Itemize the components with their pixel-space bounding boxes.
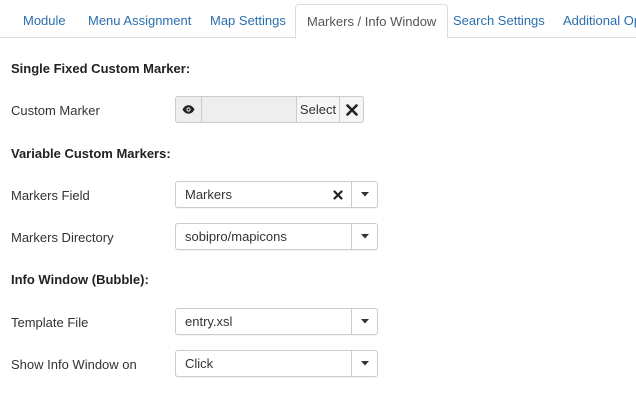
markers-directory-label: Markers Directory bbox=[11, 230, 114, 245]
template-file-select[interactable]: entry.xsl bbox=[175, 308, 378, 335]
tab-module[interactable]: Module bbox=[23, 4, 66, 38]
tab-search-settings[interactable]: Search Settings bbox=[453, 4, 545, 38]
tab-bar: Module Menu Assignment Map Settings Mark… bbox=[0, 0, 636, 39]
show-info-window-value: Click bbox=[185, 356, 214, 371]
tab-menu-assignment[interactable]: Menu Assignment bbox=[88, 4, 191, 38]
section-heading-single-marker: Single Fixed Custom Marker: bbox=[11, 61, 191, 76]
markers-field-label: Markers Field bbox=[11, 188, 90, 203]
custom-marker-select-button[interactable]: Select bbox=[297, 96, 340, 123]
close-icon[interactable] bbox=[340, 96, 364, 123]
custom-marker-media-field: Select bbox=[175, 96, 364, 123]
caret-down-icon[interactable] bbox=[351, 224, 377, 249]
show-info-window-label: Show Info Window on bbox=[11, 357, 137, 372]
template-file-value: entry.xsl bbox=[185, 314, 233, 329]
show-info-window-select[interactable]: Click bbox=[175, 350, 378, 377]
caret-down-icon[interactable] bbox=[351, 351, 377, 376]
tab-additional-options[interactable]: Additional Op bbox=[563, 4, 636, 38]
custom-marker-label: Custom Marker bbox=[11, 103, 100, 118]
template-file-label: Template File bbox=[11, 315, 89, 330]
markers-directory-value: sobipro/mapicons bbox=[185, 229, 287, 244]
custom-marker-input[interactable] bbox=[202, 96, 297, 123]
tab-markers-info-window[interactable]: Markers / Info Window bbox=[295, 4, 449, 39]
tab-map-settings[interactable]: Map Settings bbox=[210, 4, 286, 38]
clear-icon[interactable] bbox=[330, 182, 346, 207]
caret-down-icon[interactable] bbox=[351, 309, 377, 334]
section-heading-info-window: Info Window (Bubble): bbox=[11, 272, 149, 287]
markers-directory-select[interactable]: sobipro/mapicons bbox=[175, 223, 378, 250]
markers-field-select[interactable]: Markers bbox=[175, 181, 378, 208]
caret-down-icon[interactable] bbox=[351, 182, 377, 207]
section-heading-variable-markers: Variable Custom Markers: bbox=[11, 146, 171, 161]
markers-field-value: Markers bbox=[185, 187, 232, 202]
eye-icon[interactable] bbox=[175, 96, 202, 123]
